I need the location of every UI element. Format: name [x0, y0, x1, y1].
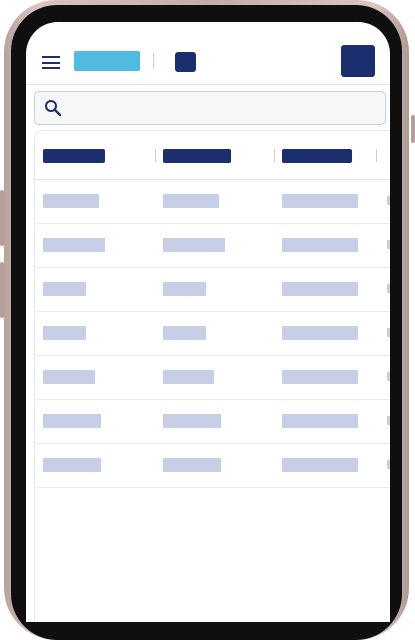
- table-cell: [387, 240, 390, 249]
- table-cell: [163, 282, 206, 296]
- column-header-3[interactable]: [282, 149, 352, 163]
- table-cell: [282, 458, 358, 472]
- table-row[interactable]: [35, 311, 390, 356]
- table-cell: [43, 194, 99, 208]
- table-cell: [387, 416, 390, 425]
- search-icon: [45, 100, 62, 117]
- column-header-1[interactable]: [43, 149, 105, 163]
- table-cell: [387, 328, 390, 337]
- table-cell: [282, 414, 358, 428]
- table-row[interactable]: [35, 355, 390, 400]
- table-row[interactable]: [35, 267, 390, 312]
- column-header-2[interactable]: [163, 149, 231, 163]
- table-cell: [163, 194, 219, 208]
- user-avatar[interactable]: [341, 45, 375, 77]
- phone-power-button: [411, 115, 415, 143]
- table-header: [35, 131, 390, 180]
- table-cell: [163, 458, 221, 472]
- brand-logo[interactable]: [74, 51, 140, 71]
- table-cell: [43, 370, 95, 384]
- table-cell: [387, 196, 390, 205]
- search-bar[interactable]: [34, 91, 386, 125]
- phone-side-button: [0, 262, 4, 318]
- hamburger-menu-icon[interactable]: [42, 56, 60, 70]
- header-divider: [153, 53, 154, 69]
- table-cell: [43, 458, 101, 472]
- phone-side-button: [0, 190, 4, 246]
- column-divider: [155, 149, 156, 162]
- data-table: [34, 130, 390, 622]
- table-cell: [43, 238, 105, 252]
- table-cell: [282, 238, 358, 252]
- table-row[interactable]: [35, 443, 390, 488]
- organization-badge[interactable]: [175, 52, 196, 72]
- table-row[interactable]: [35, 179, 390, 224]
- table-cell: [282, 370, 358, 384]
- table-cell: [387, 284, 390, 293]
- table-row[interactable]: [35, 399, 390, 444]
- table-cell: [282, 194, 358, 208]
- phone-screen: [26, 22, 390, 622]
- table-cell: [163, 414, 221, 428]
- table-cell: [43, 282, 86, 296]
- table-cell: [163, 370, 214, 384]
- table-cell: [387, 372, 390, 381]
- table-cell: [282, 326, 358, 340]
- table-cell: [43, 326, 86, 340]
- column-divider: [376, 149, 377, 162]
- table-cell: [387, 460, 390, 469]
- column-divider: [274, 149, 275, 162]
- table-cell: [43, 414, 101, 428]
- table-cell: [282, 282, 358, 296]
- app-header: [26, 22, 390, 85]
- search-input[interactable]: [69, 96, 373, 120]
- table-row[interactable]: [35, 223, 390, 268]
- table-cell: [163, 238, 225, 252]
- table-cell: [163, 326, 206, 340]
